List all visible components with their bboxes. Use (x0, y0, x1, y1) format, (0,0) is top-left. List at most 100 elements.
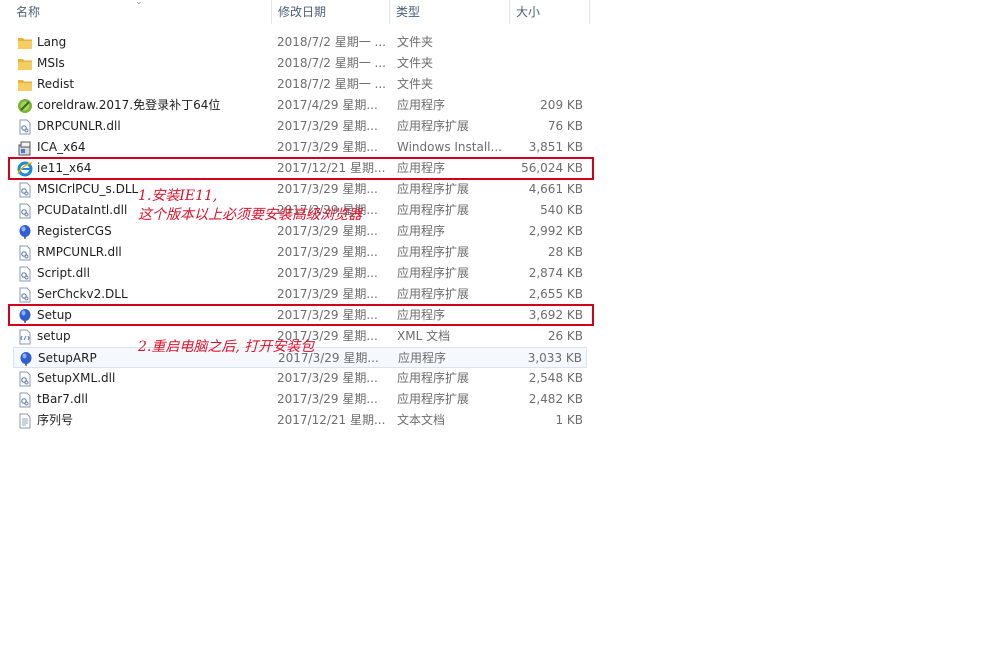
file-modified-date: 2017/3/29 星期... (277, 287, 378, 301)
folder-icon (17, 35, 33, 51)
file-type: 文件夹 (397, 35, 434, 49)
file-name: Script.dll (37, 266, 90, 280)
file-type: 文本文档 (397, 413, 446, 427)
file-row[interactable]: SerChckv2.DLL 2017/3/29 星期... 应用程序扩展 2,655 … (13, 284, 587, 305)
dll-file-icon (17, 182, 33, 198)
file-type: 应用程序 (397, 98, 446, 112)
column-header-bar: 名称 ⌄ 修改日期 类型 大小 (0, 0, 592, 24)
file-type: 应用程序 (398, 351, 447, 365)
file-modified-date: 2017/3/29 星期... (277, 245, 378, 259)
file-row[interactable]: SetupXML.dll 2017/3/29 星期... 应用程序扩展 2,548 K… (13, 368, 587, 389)
dll-file-icon (17, 119, 33, 135)
file-modified-date: 2017/4/29 星期... (277, 98, 378, 112)
file-type: 应用程序扩展 (397, 371, 470, 385)
dll-file-icon (17, 203, 33, 219)
dll-file-icon (17, 245, 33, 261)
file-row[interactable]: MSICrlPCU_s.DLL 2017/3/29 星期... 应用程序扩展 4,66… (13, 179, 587, 200)
file-type: 应用程序扩展 (397, 119, 470, 133)
file-size: 3,033 KB (527, 351, 582, 365)
file-name: setup (37, 329, 71, 343)
corel-balloon-icon (17, 224, 33, 240)
file-size: 76 KB (547, 119, 583, 133)
file-modified-date: 2018/7/2 星期一 ... (277, 56, 386, 70)
annotation-step2: 2.重启电脑之后, 打开安装包 (138, 339, 315, 355)
column-header-type[interactable]: 类型 (390, 0, 510, 24)
file-type: 文件夹 (397, 56, 434, 70)
highlight-box-ie11 (8, 157, 594, 180)
dll-file-icon (17, 371, 33, 387)
sort-arrow-icon: ⌄ (135, 0, 143, 7)
folder-icon (17, 77, 33, 93)
file-type: 应用程序 (397, 224, 446, 238)
file-name: tBar7.dll (37, 392, 88, 406)
file-name: 序列号 (37, 413, 74, 427)
file-modified-date: 2017/3/29 星期... (277, 140, 378, 154)
file-row[interactable]: Lang 2018/7/2 星期一 ... 文件夹 (13, 32, 587, 53)
file-row[interactable]: tBar7.dll 2017/3/29 星期... 应用程序扩展 2,482 KB (13, 389, 587, 410)
file-type: 应用程序扩展 (397, 182, 470, 196)
file-size: 2,655 KB (528, 287, 583, 301)
file-row[interactable]: MSIs 2018/7/2 星期一 ... 文件夹 (13, 53, 587, 74)
file-modified-date: 2018/7/2 星期一 ... (277, 77, 386, 91)
file-modified-date: 2017/3/29 星期... (277, 266, 378, 280)
file-name: SerChckv2.DLL (37, 287, 128, 301)
dll-file-icon (17, 266, 33, 282)
file-row[interactable]: Redist 2018/7/2 星期一 ... 文件夹 (13, 74, 587, 95)
file-type: 应用程序扩展 (397, 266, 470, 280)
file-row[interactable]: DRPCUNLR.dll 2017/3/29 星期... 应用程序扩展 76 KB (13, 116, 587, 137)
file-type: XML 文档 (397, 329, 451, 343)
dll-file-icon (17, 287, 33, 303)
file-name: MSIs (37, 56, 65, 70)
annotation-step1-line1: 1.安装IE11, (138, 188, 218, 204)
file-type: Windows Install... (397, 140, 502, 154)
file-size: 3,851 KB (528, 140, 583, 154)
file-row[interactable]: Script.dll 2017/3/29 星期... 应用程序扩展 2,874 KB (13, 263, 587, 284)
file-modified-date: 2017/3/29 星期... (277, 119, 378, 133)
file-name: Redist (37, 77, 75, 91)
file-size: 209 KB (540, 98, 583, 112)
column-header-modified[interactable]: 修改日期 (272, 0, 390, 24)
file-modified-date: 2017/3/29 星期... (277, 182, 378, 196)
file-row[interactable]: RMPCUNLR.dll 2017/3/29 星期... 应用程序扩展 28 KB (13, 242, 587, 263)
file-modified-date: 2017/3/29 星期... (277, 392, 378, 406)
folder-icon (17, 56, 33, 72)
file-type: 应用程序扩展 (397, 203, 470, 217)
file-name: RMPCUNLR.dll (37, 245, 122, 259)
file-modified-date: 2018/7/2 星期一 ... (277, 35, 386, 49)
file-size: 2,992 KB (528, 224, 583, 238)
file-name: Lang (37, 35, 67, 49)
file-modified-date: 2017/3/29 星期... (277, 371, 378, 385)
column-header-size[interactable]: 大小 (510, 0, 590, 24)
file-size: 1 KB (555, 413, 583, 427)
corel-balloon-icon (18, 351, 34, 367)
file-modified-date: 2017/12/21 星期... (277, 413, 386, 427)
file-size: 2,482 KB (528, 392, 583, 406)
file-type: 应用程序扩展 (397, 392, 470, 406)
file-name: PCUDataIntl.dll (37, 203, 128, 217)
file-size: 26 KB (547, 329, 583, 343)
file-name: SetupARP (38, 351, 97, 365)
file-name: DRPCUNLR.dll (37, 119, 121, 133)
file-type: 应用程序扩展 (397, 287, 470, 301)
file-name: ICA_x64 (37, 140, 86, 154)
installer-package-icon (17, 140, 33, 156)
dll-file-icon (17, 392, 33, 408)
text-file-icon (17, 413, 33, 429)
xml-file-icon (17, 329, 33, 345)
file-size: 4,661 KB (528, 182, 583, 196)
file-type: 文件夹 (397, 77, 434, 91)
file-name: RegisterCGS (37, 224, 112, 238)
file-name: SetupXML.dll (37, 371, 116, 385)
file-row[interactable]: 序列号 2017/12/21 星期... 文本文档 1 KB (13, 410, 587, 431)
file-name: MSICrlPCU_s.DLL (37, 182, 139, 196)
file-size: 2,548 KB (528, 371, 583, 385)
file-size: 28 KB (547, 245, 583, 259)
file-name: coreldraw.2017.免登录补丁64位 (37, 98, 221, 112)
highlight-box-setup (8, 304, 594, 326)
file-row[interactable]: coreldraw.2017.免登录补丁64位 2017/4/29 星期... 应用… (13, 95, 587, 116)
file-size: 2,874 KB (528, 266, 583, 280)
file-size: 540 KB (540, 203, 583, 217)
file-row[interactable]: ICA_x64 2017/3/29 星期... Windows Install...… (13, 137, 587, 158)
coreldraw-icon (17, 98, 33, 114)
annotation-step1-line2: 这个版本以上必须要安装高级浏览器 (138, 207, 362, 223)
